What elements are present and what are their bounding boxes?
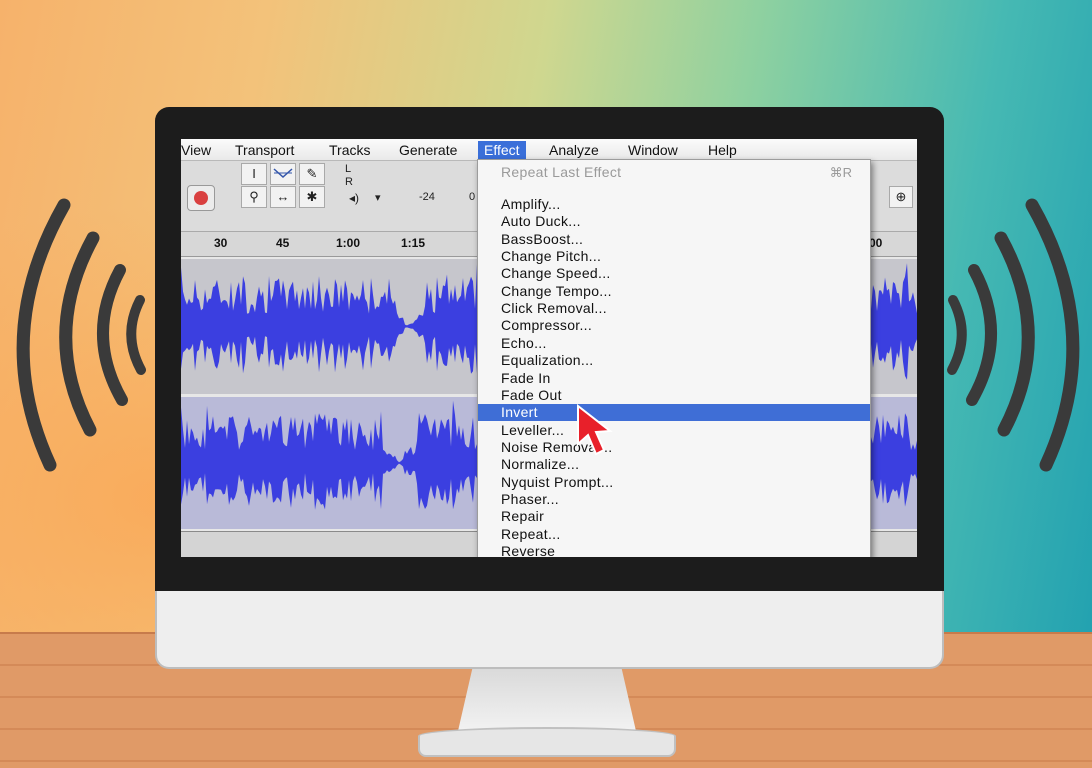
audacity-window: View Transport Tracks Generate Effect An… — [181, 139, 917, 557]
menu-item-label: Change Tempo... — [501, 282, 612, 299]
menu-window[interactable]: Window — [622, 141, 684, 159]
menu-item-label: Invert — [501, 404, 538, 421]
menu-item-change-pitch[interactable]: Change Pitch... — [478, 248, 870, 265]
meter-left-label: L — [345, 163, 352, 175]
selection-tool-button[interactable]: I — [241, 163, 267, 185]
monitor-chin — [155, 591, 944, 669]
menu-item-repeat[interactable]: Repeat... — [478, 526, 870, 543]
menu-item-fade-out[interactable]: Fade Out — [478, 387, 870, 404]
menu-item-label: BassBoost... — [501, 230, 584, 247]
menu-item-label: Repeat... — [501, 525, 561, 542]
menu-item-label: Amplify... — [501, 196, 561, 212]
menu-item-label: Fade In — [501, 369, 551, 386]
mouse-pointer-icon — [577, 404, 613, 456]
menu-item-noise-removal[interactable]: Noise Removal... — [478, 439, 870, 456]
menu-item-bassboost[interactable]: BassBoost... — [478, 231, 870, 248]
effect-dropdown-menu: Repeat Last Effect ⌘R Amplify... Auto Duc… — [477, 159, 871, 557]
meter-zero-label: 0 — [469, 191, 476, 203]
menu-item-label: Leveller... — [501, 421, 565, 438]
menu-item-leveller[interactable]: Leveller... — [478, 422, 870, 439]
menu-item-fade-in[interactable]: Fade In — [478, 370, 870, 387]
volume-slider-icon[interactable]: ▾ — [375, 191, 381, 204]
menu-transport[interactable]: Transport — [229, 141, 300, 159]
meter-right-label: R — [345, 176, 353, 188]
menu-item-echo[interactable]: Echo... — [478, 335, 870, 352]
zoom-in-button[interactable]: ⊕ — [889, 186, 913, 208]
menu-item-label: Auto Duck... — [501, 213, 581, 230]
menu-item-invert[interactable]: Invert — [478, 404, 870, 422]
menu-help[interactable]: Help — [702, 141, 743, 159]
menu-item-shortcut: ⌘R — [829, 165, 852, 180]
menu-tracks[interactable]: Tracks — [323, 141, 376, 159]
menu-item-equalization[interactable]: Equalization... — [478, 352, 870, 369]
illustration-background: View Transport Tracks Generate Effect An… — [0, 0, 1092, 768]
menu-item-click-removal[interactable]: Click Removal... — [478, 300, 870, 317]
menu-item-label: Compressor... — [501, 317, 593, 334]
menu-item-change-speed[interactable]: Change Speed... — [478, 265, 870, 282]
multi-tool-button[interactable]: ✱ — [299, 186, 325, 208]
timeline-tick: 1:00 — [336, 236, 361, 250]
menu-item-normalize[interactable]: Normalize... — [478, 456, 870, 473]
envelope-icon — [273, 168, 293, 179]
menu-item-label: Reverse — [501, 543, 556, 557]
menu-item-label: Repair — [501, 508, 545, 525]
record-icon — [194, 191, 208, 205]
menu-item-amplify[interactable]: Amplify... — [478, 196, 870, 213]
monitor-stand-neck — [458, 669, 636, 731]
menu-item-label: Equalization... — [501, 352, 594, 369]
meter-db-label: -24 — [419, 191, 435, 203]
menu-item-repeat-last-effect: Repeat Last Effect ⌘R — [478, 164, 870, 181]
menu-item-label: Echo... — [501, 334, 547, 351]
menu-item-label: Phaser... — [501, 490, 559, 507]
menu-item-label: Change Pitch... — [501, 248, 602, 265]
timeline-tick: 30 — [214, 236, 228, 250]
menu-analyze[interactable]: Analyze — [543, 141, 605, 159]
menu-item-compressor[interactable]: Compressor... — [478, 317, 870, 334]
timeshift-tool-button[interactable]: ↔ — [270, 186, 296, 208]
menu-item-label: Nyquist Prompt... — [501, 473, 614, 490]
menu-item-label: Change Speed... — [501, 265, 611, 282]
timeline-tick: 00 — [869, 236, 883, 250]
draw-tool-button[interactable]: ✎ — [299, 163, 325, 185]
menu-effect[interactable]: Effect — [478, 141, 526, 159]
menu-bar: View Transport Tracks Generate Effect An… — [181, 139, 917, 161]
zoom-tool-button[interactable]: ⚲ — [241, 186, 267, 208]
menu-item-repair[interactable]: Repair — [478, 508, 870, 525]
menu-item-label: Click Removal... — [501, 300, 607, 317]
menu-item-auto-duck[interactable]: Auto Duck... — [478, 213, 870, 230]
menu-item-reverse[interactable]: Reverse — [478, 543, 870, 557]
menu-item-label: Fade Out — [501, 386, 562, 403]
menu-item-label: Normalize... — [501, 456, 580, 473]
menu-item-label: Repeat Last Effect — [501, 164, 622, 180]
timeline-tick: 1:15 — [401, 236, 426, 250]
monitor-stand-foot — [418, 727, 676, 757]
envelope-tool-button[interactable] — [270, 163, 296, 185]
speaker-icon[interactable]: ◂) — [349, 191, 359, 205]
menu-item-nyquist-prompt[interactable]: Nyquist Prompt... — [478, 474, 870, 491]
menu-view[interactable]: View — [181, 141, 217, 159]
menu-item-change-tempo[interactable]: Change Tempo... — [478, 283, 870, 300]
menu-generate[interactable]: Generate — [393, 141, 463, 159]
record-button[interactable] — [187, 185, 215, 211]
menu-item-phaser[interactable]: Phaser... — [478, 491, 870, 508]
timeline-tick: 45 — [276, 236, 290, 250]
